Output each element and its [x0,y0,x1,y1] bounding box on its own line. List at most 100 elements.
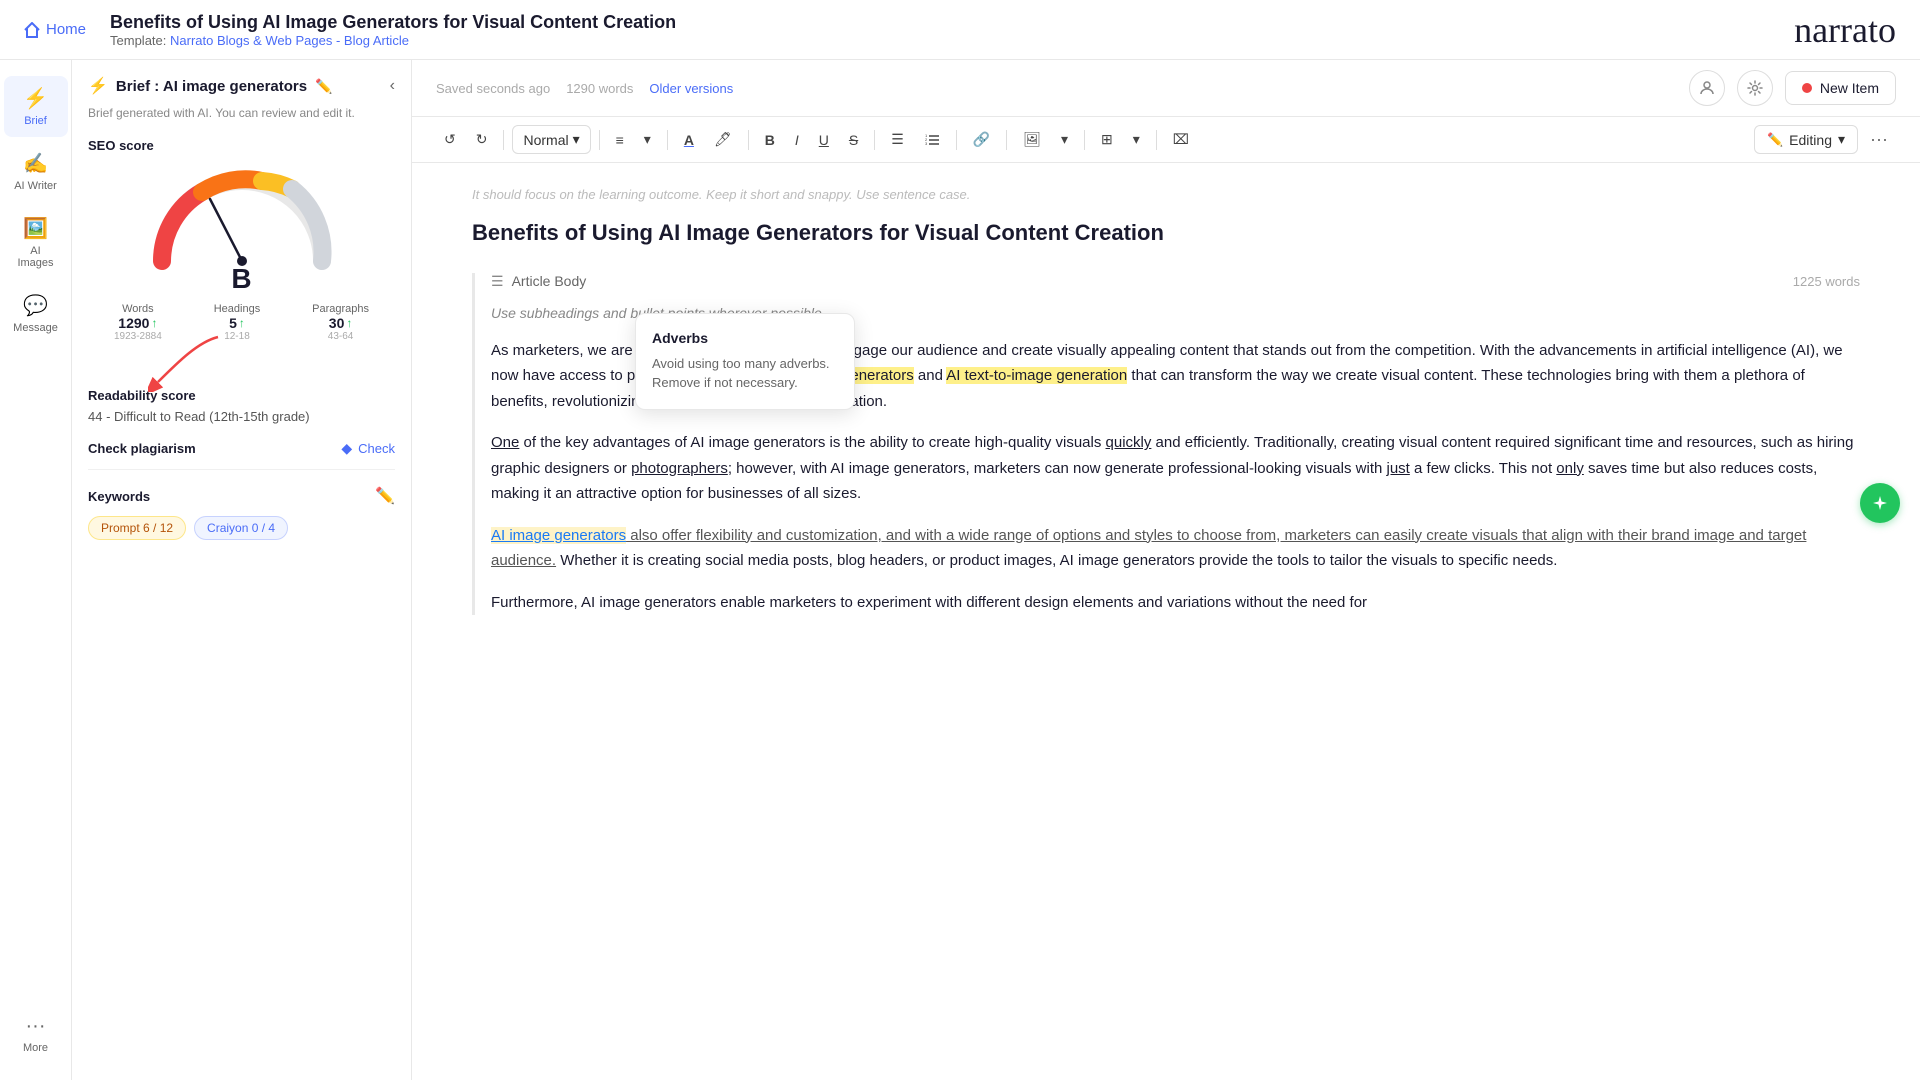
align-chevron-button[interactable]: ▾ [636,126,659,153]
paragraphs-range: 43-64 [328,331,354,342]
toolbar-separator-7 [1006,130,1007,150]
template-label: Template: [110,33,166,48]
keyword-tag-prompt[interactable]: Prompt 6 / 12 [88,516,186,540]
strikethrough-para3: also offer flexibility and customization… [491,527,1806,570]
header-title-block: Benefits of Using AI Image Generators fo… [110,12,1794,48]
seo-label: SEO score [88,138,395,153]
brief-collapse-icon[interactable]: ‹ [390,77,395,95]
message-label: Message [13,322,58,334]
article-body-icon: ☰ [491,273,504,290]
align-button[interactable]: ≡ [608,127,632,153]
toolbar-separator-2 [599,130,600,150]
image-button[interactable]: 🖼 [1015,126,1049,153]
saved-text: Saved seconds ago [436,81,550,96]
page-title: Benefits of Using AI Image Generators fo… [110,12,1794,33]
seo-grade: B [231,263,251,295]
new-item-label: New Item [1820,80,1879,96]
table-chevron-button[interactable]: ▾ [1125,126,1148,153]
keywords-label: Keywords [88,489,150,504]
paragraph-3[interactable]: AI image generators also offer flexibili… [491,523,1860,574]
check-plagiarism-button[interactable]: ◆ Check [341,440,395,457]
red-arrow-annotation [148,332,248,392]
user-action-button[interactable] [1689,70,1725,106]
brief-title: Brief : AI image generators [116,78,307,95]
sidebar-item-message[interactable]: 💬 Message [4,283,68,344]
ai-images-label: AI Images [12,245,60,269]
words-value: 1290 ↑ [118,315,157,331]
editor-hint: It should focus on the learning outcome.… [472,187,1860,202]
header-template: Template: Narrato Blogs & Web Pages - Bl… [110,33,1794,48]
underline-only: only [1556,460,1584,477]
underline-button[interactable]: U [811,127,837,153]
bold-button[interactable]: B [757,127,783,153]
older-versions-link[interactable]: Older versions [649,81,733,96]
toolbar-more-button[interactable]: ··· [1862,125,1896,154]
home-label: Home [46,21,86,38]
keywords-edit-icon[interactable]: ✏️ [375,486,395,506]
svg-text:3: 3 [925,141,928,146]
brief-icon: ⚡ [23,86,48,111]
redo-button[interactable]: ↻ [468,126,496,153]
format-selector[interactable]: Normal ▾ [512,125,590,154]
plagiarism-label: Check plagiarism [88,441,196,456]
link-button[interactable]: 🔗 [965,126,998,153]
editor-panel: Saved seconds ago 1290 words Older versi… [412,60,1920,1080]
format-label: Normal [523,132,568,148]
editing-selector[interactable]: ✏️ Editing ▾ [1754,125,1858,154]
table-button[interactable]: ⊞ [1093,126,1121,153]
highlight-ai-text: AI text-to-image generation [946,367,1127,384]
bullet-list-button[interactable]: ☰ [883,126,912,153]
sidebar-item-ai-writer[interactable]: ✍️ AI Writer [4,141,68,202]
sidebar-item-more[interactable]: ··· More [4,1005,68,1064]
toolbar-separator-3 [667,130,668,150]
top-header: Home Benefits of Using AI Image Generato… [0,0,1920,60]
paragraph-4[interactable]: Furthermore, AI image generators enable … [491,590,1860,616]
paragraphs-label: Paragraphs [312,303,369,315]
more-icon: ··· [26,1015,46,1038]
brief-panel: ⚡ Brief : AI image generators ✏️ ‹ Brief… [72,60,412,1080]
toolbar-separator-9 [1156,130,1157,150]
editor-topbar: Saved seconds ago 1290 words Older versi… [412,60,1920,117]
brief-label: Brief [24,115,47,127]
ai-writer-icon: ✍️ [23,151,48,176]
new-item-button[interactable]: New Item [1785,71,1896,105]
editor-content[interactable]: It should focus on the learning outcome.… [412,163,1920,1080]
headings-value: 5 ↑ [229,315,245,331]
numbered-list-button[interactable]: 1 2 3 [916,128,948,152]
main-layout: ⚡ Brief ✍️ AI Writer 🖼️ AI Images 💬 Mess… [0,60,1920,1080]
paragraphs-stat: Paragraphs 30 ↑ 43-64 [312,303,369,342]
brief-subtitle: Brief generated with AI. You can review … [88,104,395,122]
narrato-logo: narrato [1794,9,1896,51]
headings-label: Headings [214,303,260,315]
brief-edit-icon[interactable]: ✏️ [315,78,332,95]
ai-writer-label: AI Writer [14,180,57,192]
home-link[interactable]: Home [24,21,86,38]
highlight-button[interactable]: 🖊 [706,126,740,153]
message-icon: 💬 [23,293,48,318]
keyword-tag-craiyon[interactable]: Craiyon 0 / 4 [194,516,288,540]
sidebar-item-ai-images[interactable]: 🖼️ AI Images [4,206,68,279]
settings-action-button[interactable] [1737,70,1773,106]
ai-images-icon: 🖼️ [23,216,48,241]
editor-actions: New Item [1689,70,1896,106]
toolbar-separator-8 [1084,130,1085,150]
underline-just: just [1387,460,1410,477]
words-up-arrow: ↑ [151,316,157,330]
editing-chevron-icon: ▾ [1838,131,1845,148]
font-color-button[interactable]: A [676,127,702,153]
italic-button[interactable]: I [787,127,807,153]
ai-assist-button[interactable] [1860,483,1900,523]
words-label: Words [122,303,154,315]
keywords-header: Keywords ✏️ [88,486,395,506]
strikethrough-button[interactable]: S [841,127,866,153]
editor-title[interactable]: Benefits of Using AI Image Generators fo… [472,218,1860,249]
sidebar-item-brief[interactable]: ⚡ Brief [4,76,68,137]
article-body-section: ☰ Article Body 1225 words Use subheading… [472,273,1860,615]
paragraphs-up-arrow: ↑ [346,316,352,330]
image-chevron-button[interactable]: ▾ [1053,126,1076,153]
paragraph-2[interactable]: One of the key advantages of AI image ge… [491,430,1860,507]
clear-format-button[interactable]: ⌧ [1165,126,1197,153]
template-link[interactable]: Narrato Blogs & Web Pages - Blog Article [170,33,409,48]
undo-button[interactable]: ↺ [436,126,464,153]
article-section-title: ☰ Article Body [491,273,586,290]
